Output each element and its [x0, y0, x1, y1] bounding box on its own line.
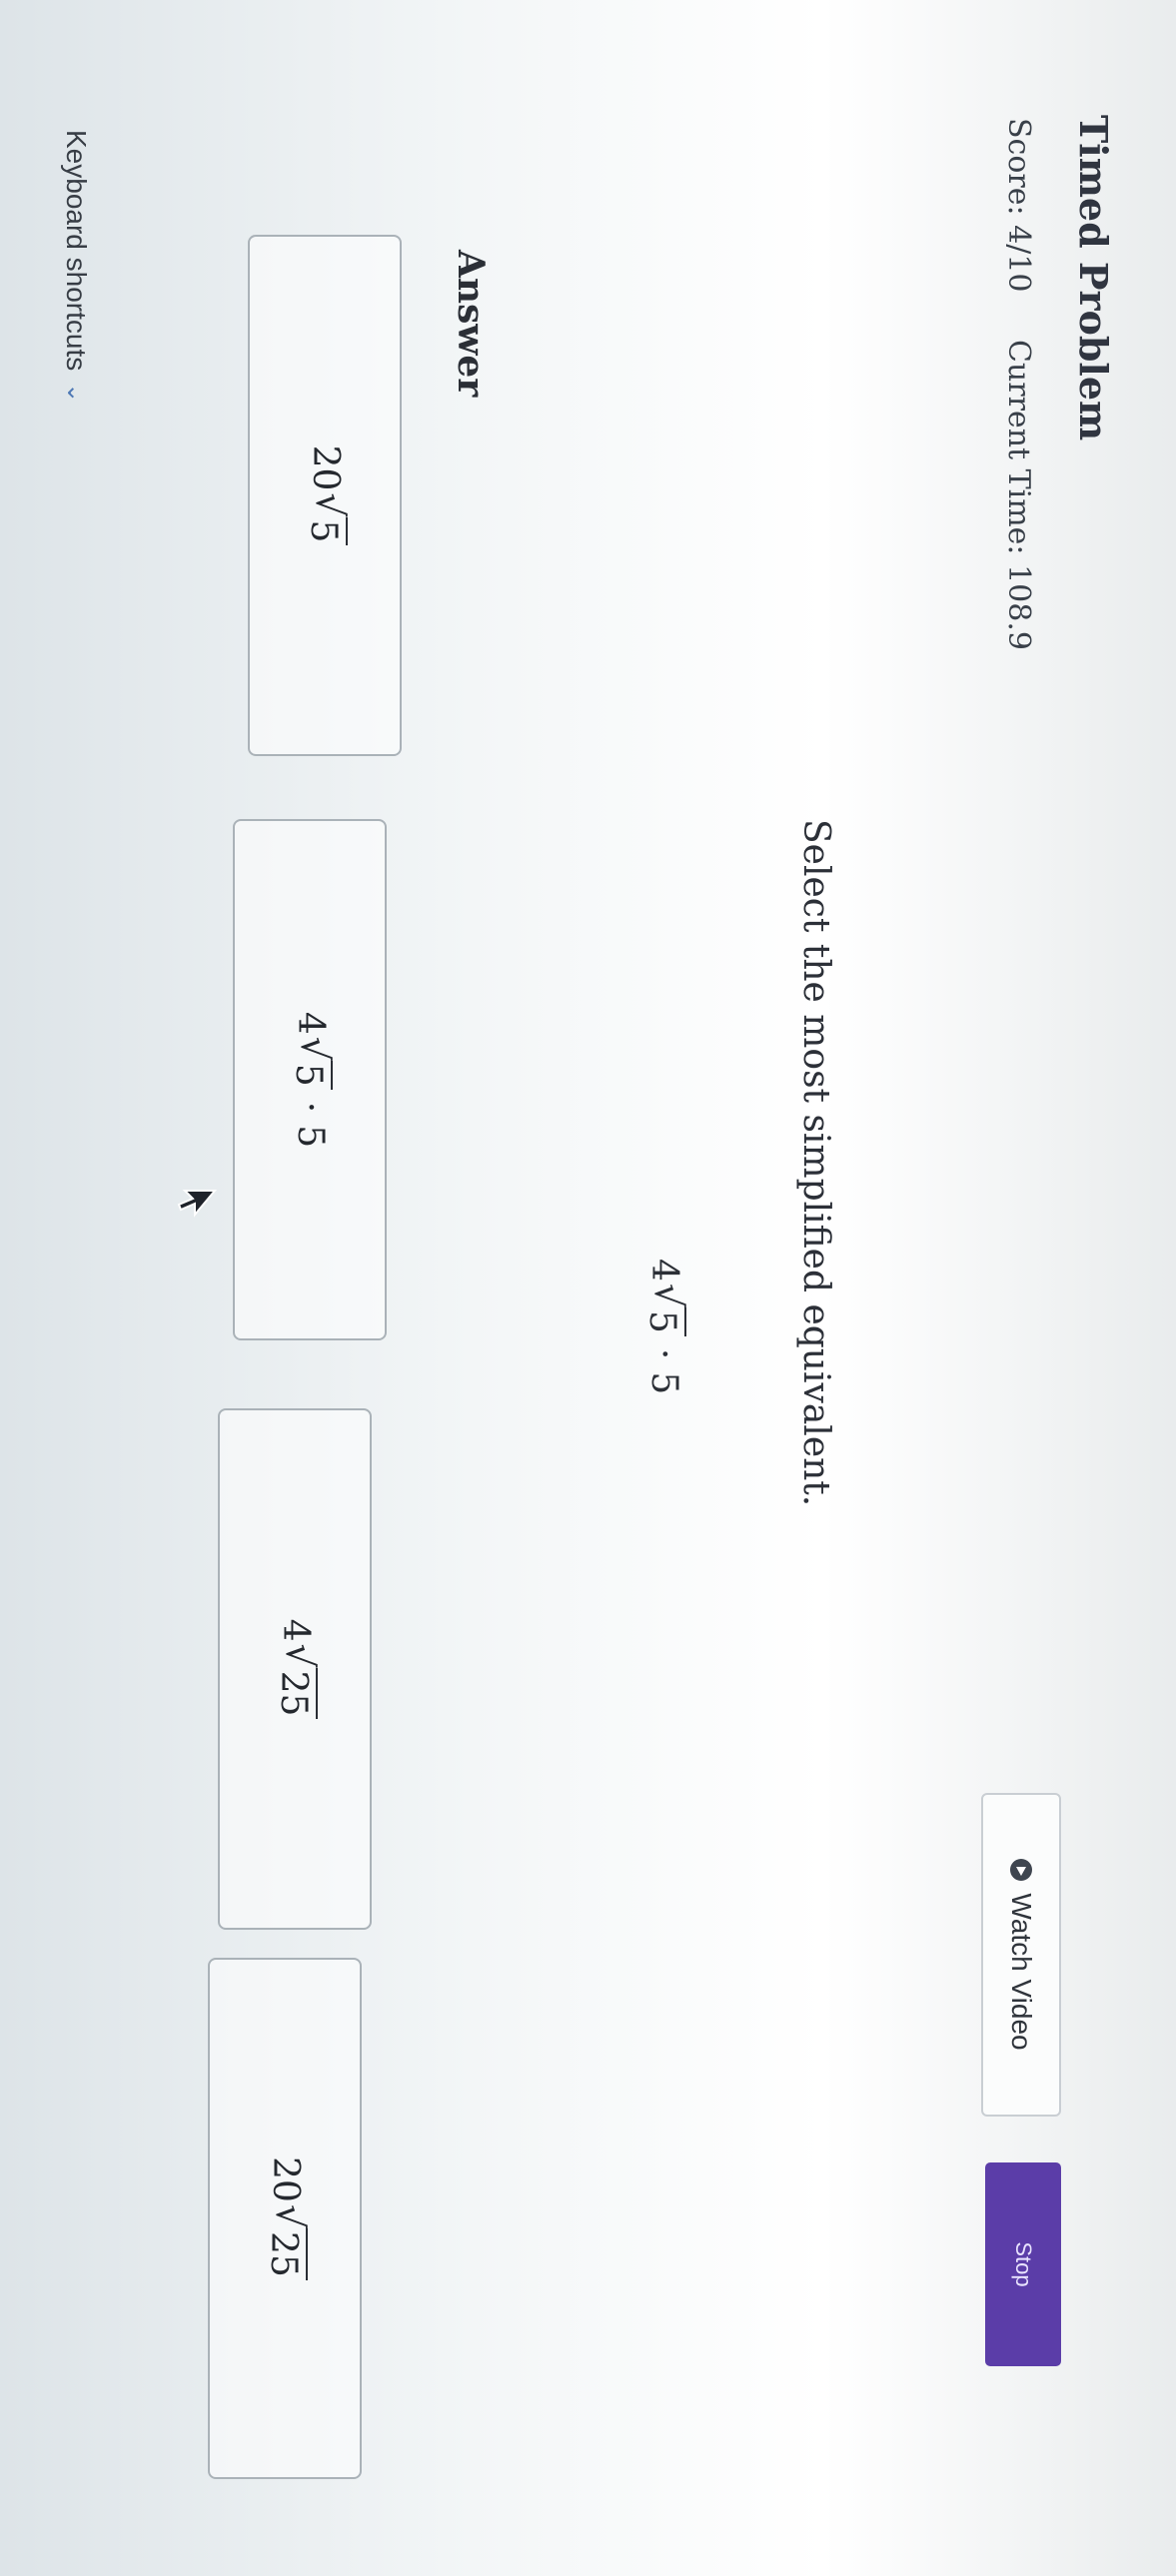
play-circle-icon: [1010, 1859, 1032, 1882]
answer-heading: Answer: [450, 250, 492, 398]
answer-choice-3[interactable]: 4 √ 25: [218, 1408, 372, 1930]
choice-3-math: 4 √ 25: [272, 1618, 322, 1720]
score-text: Score: 4/10: [1001, 118, 1036, 293]
mouse-pointer-icon: [177, 1190, 217, 1218]
choice-coefficient: 4: [274, 1618, 316, 1642]
radical-sign-icon: √: [292, 1036, 337, 1061]
stop-button[interactable]: Stop: [985, 2162, 1061, 2366]
stop-label: Stop: [1011, 2241, 1036, 2287]
expression-operator: ·: [642, 1347, 684, 1360]
question-prompt: Select the most simplified equivalent.: [795, 819, 836, 1507]
answer-choice-4[interactable]: 20 √ 25: [208, 1958, 362, 2479]
question-expression: 4 √ 5 · 5: [640, 1259, 690, 1395]
photo-background: Timed Problem Score: 4/10 Current Time: …: [0, 0, 1176, 2576]
chevron-down-icon: ⌄: [62, 383, 90, 404]
choice-coefficient: 20: [264, 2156, 306, 2202]
square-root: √ 25: [272, 1643, 322, 1720]
keyboard-shortcuts-label: Keyboard shortcuts: [61, 130, 92, 372]
choice-radicand: 5: [302, 516, 348, 546]
square-root: √ 5: [287, 1036, 337, 1090]
choice-4-math: 20 √ 25: [262, 2156, 312, 2280]
expression-radicand: 5: [640, 1307, 686, 1336]
choice-radicand: 25: [262, 2228, 308, 2280]
watch-video-label: Watch Video: [1006, 1893, 1037, 2051]
choice-coefficient: 20: [304, 444, 346, 491]
page-title: Timed Problem: [1071, 115, 1116, 441]
choice-2-math: 4 √ 5 · 5: [287, 1011, 337, 1149]
choice-radicand: 25: [272, 1667, 318, 1720]
timed-problem-page: Timed Problem Score: 4/10 Current Time: …: [0, 0, 1176, 2576]
radical-sign-icon: √: [307, 492, 352, 517]
square-root: √ 25: [262, 2203, 312, 2280]
expression-factor: 5: [642, 1371, 684, 1395]
choice-factor: 5: [289, 1125, 331, 1149]
square-root: √ 5: [302, 492, 352, 546]
answer-choice-2[interactable]: 4 √ 5 · 5: [233, 819, 387, 1340]
current-time-text: Current Time: 108.9: [1001, 340, 1036, 650]
choice-radicand: 5: [287, 1060, 333, 1090]
watch-video-button[interactable]: Watch Video: [981, 1793, 1061, 2117]
choice-1-math: 20 √ 5: [302, 444, 352, 546]
keyboard-shortcuts-toggle[interactable]: Keyboard shortcuts ⌄: [60, 130, 92, 403]
radical-sign-icon: √: [267, 2203, 312, 2229]
answer-choice-1[interactable]: 20 √ 5: [248, 235, 402, 756]
choice-operator: ·: [289, 1101, 331, 1114]
expression-coefficient: 4: [642, 1259, 684, 1282]
square-root: √ 5: [640, 1283, 690, 1336]
choice-coefficient: 4: [289, 1011, 331, 1035]
radical-sign-icon: √: [646, 1283, 690, 1307]
radical-sign-icon: √: [277, 1643, 322, 1668]
